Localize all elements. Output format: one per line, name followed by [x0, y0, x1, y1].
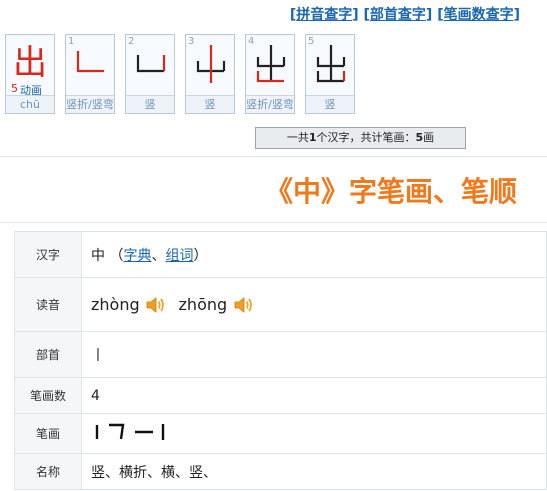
stroke-summary: 一共1个汉字，共计笔画：5画: [255, 127, 466, 149]
summary-mid: 个汉字，共计笔画：: [316, 131, 416, 144]
reading-1: zhòng: [91, 295, 140, 314]
main-char-pinyin: chū: [6, 95, 54, 113]
reading-label: 读音: [14, 277, 82, 332]
reading-value-cell: zhòng zhōng: [81, 277, 547, 332]
stroke-card-caption: 竖: [306, 95, 354, 113]
speaker-icon[interactable]: [146, 296, 166, 314]
stroke-card-2[interactable]: 2 竖: [125, 34, 175, 114]
stroke-2-diagram: [136, 55, 166, 73]
table-row: 汉字 中 （字典、组词）: [14, 231, 547, 278]
stroke-1-diagram: [76, 51, 104, 73]
radical-value: 丨: [81, 331, 547, 378]
stroke-card-caption: 竖: [126, 95, 174, 113]
strokes-value-cell: [81, 413, 547, 454]
stroke-count-badge: 5: [11, 82, 18, 95]
paren-close: ）: [193, 247, 208, 264]
stroke-card-5[interactable]: 5 竖: [305, 34, 355, 114]
stroke-5-diagram: [316, 45, 346, 83]
nav-pinyin-search-link[interactable]: 拼音查字: [296, 7, 352, 23]
nav-stroke-count-search-link[interactable]: 笔画数查字: [444, 7, 514, 23]
stroke-card-caption: 竖折/竖弯: [66, 95, 114, 113]
bracket: ]: [352, 7, 359, 23]
radical-label: 部首: [14, 331, 82, 378]
char-label: 汉字: [14, 231, 82, 278]
nav-radical-search-link[interactable]: 部首查字: [370, 7, 426, 23]
divider: [0, 156, 547, 157]
table-row: 笔画: [14, 413, 547, 454]
stroke-count-value: 4: [81, 377, 547, 414]
separator: 、: [151, 247, 166, 264]
stroke-count-label: 笔画数: [14, 377, 82, 414]
table-row: 笔画数 4: [14, 377, 547, 414]
top-nav: [拼音查字] [部首查字] [笔画数查字]: [290, 4, 520, 24]
stroke-card-3[interactable]: 3 竖: [185, 34, 235, 114]
table-row: 读音 zhòng zhōng: [14, 277, 547, 332]
stroke-3-diagram: [196, 45, 226, 83]
main-char-glyph: 出: [13, 43, 47, 83]
main-char-card[interactable]: 出 5 动画 chū: [5, 34, 55, 114]
dictionary-link[interactable]: 字典: [123, 248, 151, 264]
stroke-4-diagram: [256, 45, 286, 83]
summary-char-count: 1: [308, 131, 317, 144]
char-info-table: 汉字 中 （字典、组词） 读音 zhòng zhōng 部首 丨 笔画数 4 笔…: [14, 231, 547, 490]
stroke-card-caption: 竖折/竖弯: [246, 95, 294, 113]
char-value: 中: [91, 247, 105, 264]
page-title: 《中》字笔画、笔顺: [264, 175, 517, 208]
stroke-card-1[interactable]: 1 竖折/竖弯: [65, 34, 115, 114]
stroke-card-caption: 竖: [186, 95, 234, 113]
strokes-label: 笔画: [14, 413, 82, 454]
bracket: ]: [425, 7, 433, 23]
summary-suffix: 画: [423, 131, 435, 144]
word-group-link[interactable]: 组词: [165, 248, 193, 264]
speaker-icon[interactable]: [234, 296, 254, 314]
summary-stroke-total: 5: [415, 131, 424, 144]
bracket: ]: [513, 7, 520, 23]
reading-2: zhōng: [178, 295, 228, 314]
stroke-card-4[interactable]: 4 竖折/竖弯: [245, 34, 295, 114]
table-row: 部首 丨: [14, 331, 547, 378]
paren-open: （: [109, 247, 124, 264]
stroke-shapes-image: [95, 423, 165, 440]
names-label: 名称: [14, 453, 82, 490]
names-value: 竖、横折、横、竖、: [81, 453, 547, 490]
summary-prefix: 一共: [286, 131, 309, 144]
table-row: 名称 竖、横折、横、竖、: [14, 453, 547, 490]
divider: [0, 222, 547, 223]
char-value-cell: 中 （字典、组词）: [81, 231, 547, 278]
